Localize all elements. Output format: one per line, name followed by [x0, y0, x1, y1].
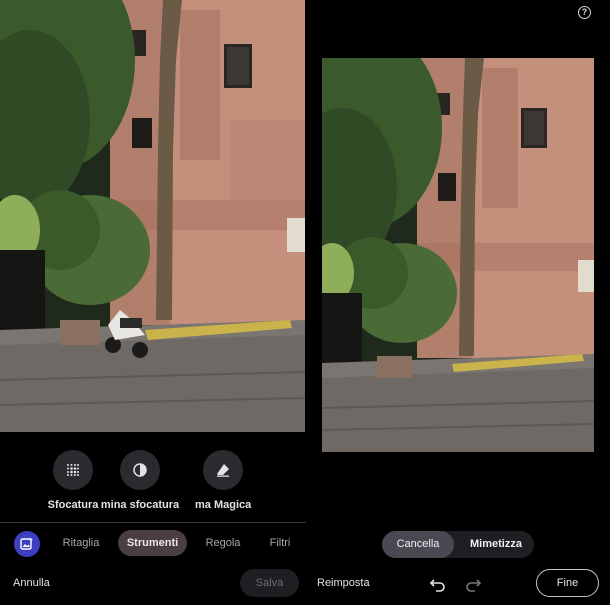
tool-elimina-sfocatura[interactable]: mina sfocatura: [99, 448, 181, 511]
tab-strumenti[interactable]: Strumenti: [118, 530, 187, 556]
cancel-button[interactable]: Annulla: [13, 568, 50, 598]
tool-elimina-sfocatura-label: mina sfocatura: [100, 499, 180, 511]
magic-eraser-icon: [203, 450, 243, 490]
photo-preview[interactable]: [0, 0, 305, 432]
done-button[interactable]: Fine: [536, 569, 599, 597]
photo-edit-app-icon[interactable]: [14, 531, 40, 557]
editor-right-panel: ?: [322, 0, 610, 605]
editor-left-panel: Sfocatura mina sfocatura ma Magica Ritag…: [0, 0, 306, 605]
blur-icon: [53, 450, 93, 490]
tool-gomma-magica[interactable]: ma Magica: [183, 448, 263, 511]
mode-cancella-button[interactable]: Cancella: [382, 531, 454, 558]
help-icon[interactable]: ?: [578, 6, 591, 19]
tool-gomma-magica-label: ma Magica: [195, 499, 252, 511]
panel-divider: [306, 0, 322, 605]
photo-image: [322, 58, 594, 452]
remove-blur-icon: [120, 450, 160, 490]
tab-filtri[interactable]: Filtri: [262, 530, 298, 556]
editor-tabs: Ritaglia Strumenti Regola Filtri: [0, 530, 306, 558]
undo-icon[interactable]: [428, 574, 448, 594]
tools-row: Sfocatura mina sfocatura ma Magica: [0, 448, 306, 511]
tab-regola[interactable]: Regola: [198, 530, 248, 556]
bottom-action-bar: Annulla Salva Reimposta Fine: [0, 568, 610, 598]
reset-button[interactable]: Reimposta: [317, 568, 370, 598]
magic-eraser-preview[interactable]: [322, 58, 594, 452]
mode-mimetizza-button[interactable]: Mimetizza: [460, 531, 532, 558]
eraser-mode-toggle: Cancella Mimetizza: [382, 531, 534, 558]
tab-ritaglia[interactable]: Ritaglia: [56, 530, 106, 556]
divider: [0, 522, 306, 523]
save-button[interactable]: Salva: [240, 569, 299, 597]
redo-icon[interactable]: [463, 574, 483, 594]
photo-image: [0, 0, 305, 432]
